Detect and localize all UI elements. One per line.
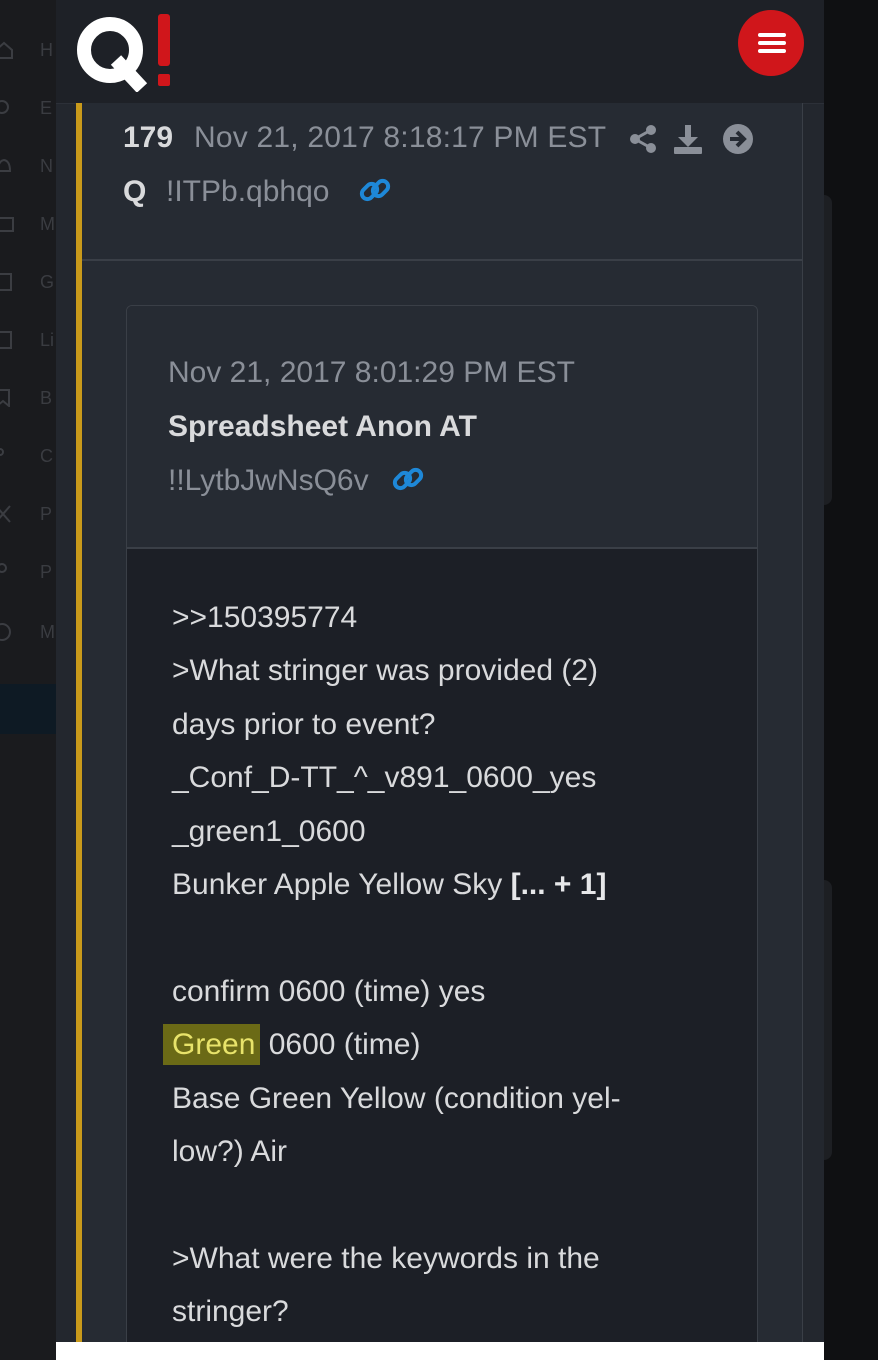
q-logo-icon[interactable] bbox=[76, 12, 176, 92]
text-line: low?) Air bbox=[172, 1135, 288, 1168]
text-line: Base Green Yellow (condition yel- bbox=[172, 1082, 621, 1115]
post-header: 179 Nov 21, 2017 8:18:17 PM EST Q !ITPb.… bbox=[82, 103, 803, 261]
bg-nav-notifications: N bbox=[0, 147, 56, 187]
text-line: >What stringer was provided (2) bbox=[172, 654, 599, 687]
bg-nav-messages: M bbox=[0, 205, 56, 245]
text-segment: 0600 (time) bbox=[260, 1028, 421, 1061]
q-post: 179 Nov 21, 2017 8:18:17 PM EST Q !ITPb.… bbox=[76, 103, 803, 1342]
grok-icon bbox=[0, 273, 12, 291]
bell-icon bbox=[0, 158, 12, 172]
background-right-column bbox=[824, 0, 878, 1360]
highlighted-word: Green bbox=[163, 1024, 261, 1065]
text-line: stringer? bbox=[172, 1295, 289, 1328]
post-author: Q bbox=[123, 175, 147, 208]
post-number[interactable]: 179 bbox=[123, 121, 173, 155]
text-line-with-more: Bunker Apple Yellow Sky [... + 1] bbox=[172, 868, 606, 902]
text-line-highlighted: Green 0600 (time) bbox=[163, 1024, 421, 1065]
post-body: Nov 21, 2017 8:01:29 PM EST Spreadsheet … bbox=[82, 261, 803, 1342]
bg-nav-home: H bbox=[0, 31, 56, 71]
text-line: days prior to event? bbox=[172, 708, 436, 741]
more-icon bbox=[0, 623, 11, 641]
x-logo-icon bbox=[0, 505, 11, 523]
link-icon[interactable] bbox=[391, 462, 425, 496]
home-icon bbox=[0, 41, 13, 59]
qalerts-app: 179 Nov 21, 2017 8:18:17 PM EST Q !ITPb.… bbox=[56, 0, 824, 1342]
quoted-tripcode: !!LytbJwNsQ6v bbox=[168, 464, 369, 497]
bg-nav-communities: C bbox=[0, 437, 56, 477]
menu-button[interactable] bbox=[738, 10, 804, 76]
mail-icon bbox=[0, 217, 14, 232]
bg-nav-grok: G bbox=[0, 263, 56, 303]
post-date: Nov 21, 2017 8:18:17 PM EST bbox=[194, 121, 607, 154]
post-tripcode: !ITPb.qbhqo bbox=[166, 175, 330, 208]
link-icon[interactable] bbox=[358, 173, 392, 207]
share-icon[interactable] bbox=[627, 123, 659, 155]
quoted-post-header: Nov 21, 2017 8:01:29 PM EST Spreadsheet … bbox=[127, 306, 757, 549]
bg-nav-lists: Li bbox=[0, 321, 56, 361]
text-line: confirm 0600 (time) yes bbox=[172, 975, 486, 1008]
download-icon[interactable] bbox=[672, 123, 704, 155]
bg-post-button bbox=[0, 684, 56, 734]
arrow-right-icon[interactable] bbox=[722, 123, 754, 155]
text-line[interactable]: >>150395774 bbox=[172, 601, 357, 635]
user-icon bbox=[0, 563, 7, 573]
list-icon bbox=[0, 331, 12, 349]
quoted-post: Nov 21, 2017 8:01:29 PM EST Spreadsheet … bbox=[126, 305, 758, 1342]
bg-nav-more: M bbox=[0, 613, 56, 653]
bottom-edge bbox=[56, 1342, 824, 1360]
search-icon bbox=[0, 100, 9, 114]
top-bar bbox=[56, 0, 824, 104]
text-line: >What were the keywords in the bbox=[172, 1242, 600, 1275]
bg-nav-profile: P bbox=[0, 553, 56, 593]
bg-nav-premium: P bbox=[0, 495, 56, 535]
bg-nav-explore: E bbox=[0, 89, 56, 129]
bg-nav-bookmarks: B bbox=[0, 379, 56, 419]
expand-more-link[interactable]: [... + 1] bbox=[511, 868, 607, 901]
text-line: _Conf_D-TT_^_v891_0600_yes bbox=[172, 761, 597, 794]
hamburger-icon bbox=[758, 33, 786, 37]
quoted-author: Spreadsheet Anon AT bbox=[168, 410, 477, 443]
bg-card-edge bbox=[824, 195, 832, 505]
quoted-post-text: >>150395774 >What stringer was provided … bbox=[127, 549, 757, 1342]
bg-card-edge bbox=[824, 880, 832, 1160]
background-sidebar: H E N M G Li B C P P M bbox=[0, 0, 56, 1360]
text-segment: Bunker Apple Yellow Sky bbox=[172, 868, 503, 901]
text-line: _green1_0600 bbox=[172, 815, 366, 848]
quoted-date: Nov 21, 2017 8:01:29 PM EST bbox=[168, 356, 575, 389]
people-icon bbox=[0, 448, 4, 456]
bookmark-icon bbox=[0, 389, 10, 407]
